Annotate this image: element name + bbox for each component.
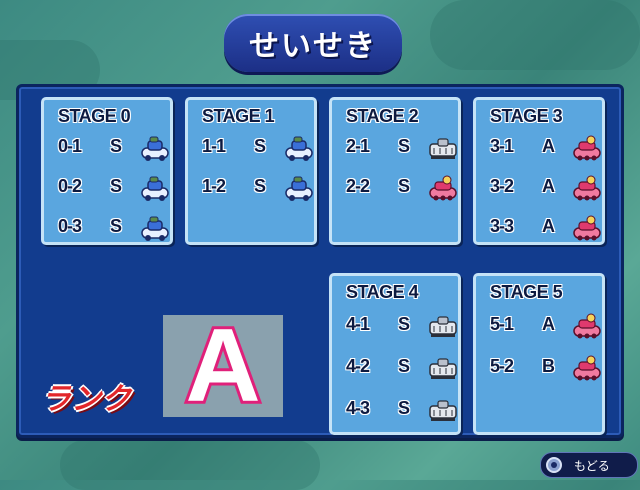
stage-rank: S [110,216,123,236]
stage-number: 3-1 [490,136,514,156]
results-board: STAGE 0 0-1 S 0-2 S 0-3 S STAGE 1 1-1 S … [16,84,624,438]
blue-tank-icon [285,176,313,201]
stage-number: 1-2 [202,176,226,196]
stage-rank: S [398,136,411,156]
stage-rank: S [110,136,123,156]
gray-tank-icon [429,358,457,379]
stage-rank: S [254,136,267,156]
stage-panel-2: STAGE 2 2-1 S 2-2 S [329,97,461,245]
stage-number: 4-3 [346,398,370,418]
blue-tank-icon [285,136,313,161]
stage-rank: B [542,356,555,376]
pink-tank-icon [573,135,601,161]
stage-title: STAGE 4 [346,282,419,302]
stage-row: 0-1 S [56,134,169,164]
stage-rank: A [542,216,555,236]
stage-number: 0-2 [58,176,82,196]
stage-row: 4-3 S [344,396,457,426]
blue-tank-icon [141,136,169,161]
background-shape [60,440,320,490]
circle-button-icon [546,457,562,473]
stage-row: 3-2 A [488,174,601,204]
gray-tank-icon [429,138,457,159]
overall-rank-box: A [163,308,283,424]
pink-tank-icon [429,175,457,201]
stage-rank: S [110,176,123,196]
stage-row: 5-1 A [488,312,601,342]
overall-rank: A [182,308,263,424]
stage-row: 1-1 S [200,134,313,164]
stage-rank: A [542,314,555,334]
stage-number: 0-1 [58,136,82,156]
screen-title: せいせき [249,29,377,64]
stage-number: 4-2 [346,356,370,376]
stage-number: 5-1 [490,314,514,334]
stage-panel-0: STAGE 0 0-1 S 0-2 S 0-3 S [41,97,173,245]
stage-rank: S [254,176,267,196]
blue-tank-icon [141,216,169,241]
stage-number: 1-1 [202,136,226,156]
stage-panel-1: STAGE 1 1-1 S 1-2 S [185,97,317,245]
stage-title: STAGE 3 [490,106,563,126]
stage-panel-3: STAGE 3 3-1 A 3-2 A 3-3 A [473,97,605,245]
stage-rank: A [542,176,555,196]
stage-number: 5-2 [490,356,514,376]
stage-number: 0-3 [58,216,82,236]
stage-rank: S [398,314,411,334]
stage-rank: A [542,136,555,156]
stage-title: STAGE 5 [490,282,563,302]
rank-label: ランク [41,382,131,417]
stage-number: 3-3 [490,216,514,236]
stage-panel-5: STAGE 5 5-1 A 5-2 B [473,273,605,435]
back-button-label: もどる [574,458,610,473]
pink-tank-icon [573,355,601,381]
stage-number: 2-2 [346,176,370,196]
stage-title: STAGE 1 [202,106,275,126]
stage-panel-4: STAGE 4 4-1 S 4-2 S 4-3 S [329,273,461,435]
stage-number: 3-2 [490,176,514,196]
stage-row: 0-3 S [56,214,169,244]
stage-row: 4-1 S [344,312,457,342]
stage-title: STAGE 2 [346,106,419,126]
stage-row: 3-1 A [488,134,601,164]
stage-rank: S [398,398,411,418]
gray-tank-icon [429,400,457,421]
stage-row: 0-2 S [56,174,169,204]
stage-row: 2-2 S [344,174,457,204]
stage-row: 2-1 S [344,134,457,164]
stage-title: STAGE 0 [58,106,131,126]
blue-tank-icon [141,176,169,201]
background-shape [430,0,640,70]
stage-rank: S [398,176,411,196]
stage-row: 4-2 S [344,354,457,384]
stage-rank: S [398,356,411,376]
back-button[interactable]: もどる [540,452,638,478]
pink-tank-icon [573,313,601,339]
stage-row: 1-2 S [200,174,313,204]
screen-title-banner: せいせき [224,14,402,72]
stage-number: 4-1 [346,314,370,334]
pink-tank-icon [573,175,601,201]
stage-row: 3-3 A [488,214,601,244]
stage-row: 5-2 B [488,354,601,384]
gray-tank-icon [429,316,457,337]
pink-tank-icon [573,215,601,241]
stage-number: 2-1 [346,136,370,156]
